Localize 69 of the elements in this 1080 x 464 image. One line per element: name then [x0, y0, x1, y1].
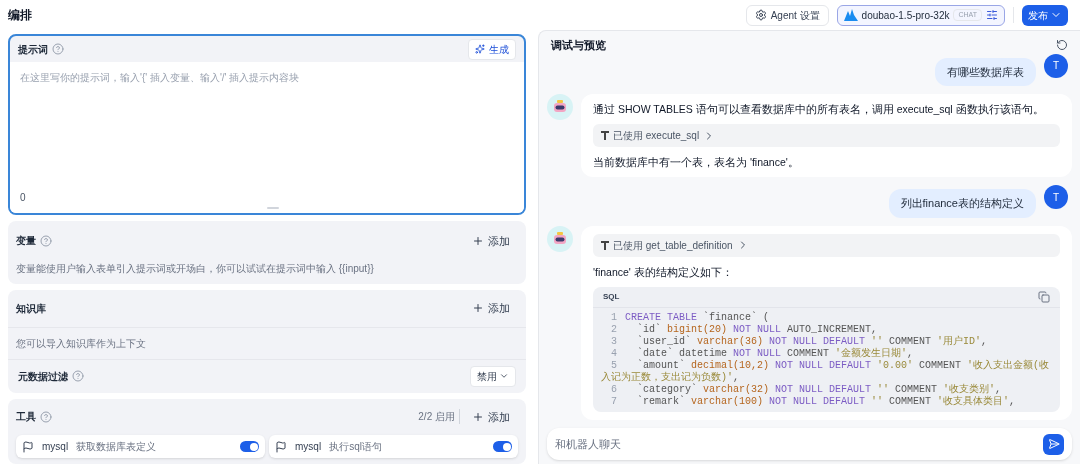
help-icon	[72, 370, 84, 382]
filter-dropdown[interactable]: 禁用	[470, 365, 516, 387]
add-button[interactable]: 添加	[464, 404, 518, 429]
tool-item[interactable]: mysql 执行sql语句	[269, 435, 518, 458]
chat-input[interactable]: 和机器人聊天	[547, 428, 1072, 460]
bot-message-text: 'finance' 表的结构定义如下：	[593, 264, 734, 279]
section-description: 变量能使用户输入表单引入提示词或开场白，你可以试试在提示词中输入 {{input}}	[16, 262, 375, 276]
tool-used-chip[interactable]: 已使用 execute_sql	[593, 124, 1060, 147]
flag-icon	[22, 440, 34, 453]
plus-icon	[472, 410, 484, 423]
character-count: 0	[20, 190, 27, 205]
code-line: 5 `amount` decimal(10,2) NOT NULL DEFAULT '0.00' COMMENT '收入支出金额(收入记为正数，支出记为负数)',	[601, 359, 1051, 383]
section-title: 提示词	[18, 42, 48, 57]
sliders-icon	[986, 9, 998, 21]
help-icon	[52, 43, 64, 55]
code-line: 4 `date` datetime NOT NULL COMMENT '金额发生日期',	[610, 347, 915, 359]
tool-name: 执行sql语句	[329, 440, 383, 454]
flag-icon	[275, 440, 287, 453]
code-line: 1 CREATE TABLE `finance` (	[610, 311, 771, 323]
bot-message-text: 当前数据库中有一个表，表名为 'finance'。	[593, 155, 800, 169]
code-line: 2 `id` bigint(20) NOT NULL AUTO_INCREMENT,	[610, 323, 879, 335]
page-title: 编排	[8, 7, 32, 24]
robot-avatar	[547, 94, 573, 120]
code-language: SQL	[603, 290, 620, 303]
section-title: 知识库	[16, 301, 46, 316]
tool-used-chip[interactable]: 已使用 get_table_definition	[593, 233, 1060, 257]
code-line: 7 `remark` varchar(100) NOT NULL DEFAULT '' COMMENT '收支具体类目',	[610, 395, 1017, 408]
prompt-input[interactable]: 在这里写你的提示词，输入'{' 插入变量、输入'/' 插入提示内容块	[20, 70, 514, 190]
preview-title: 调试与预览	[551, 38, 606, 53]
tool-toggle[interactable]	[240, 441, 259, 452]
filter-label: 元数据过滤	[18, 369, 68, 384]
refresh-icon[interactable]	[1056, 39, 1068, 52]
prompt-editor[interactable]: 在这里写你的提示词，输入'{' 插入变量、输入'/' 插入提示内容块 0	[10, 62, 524, 213]
tool-item[interactable]: mysql 获取数据库表定义	[16, 435, 265, 458]
user-avatar: T	[1044, 53, 1068, 78]
copy-icon[interactable]	[1038, 290, 1050, 303]
agent-settings-button[interactable]: Agent 设置	[745, 4, 829, 26]
tool-provider: mysql	[295, 440, 322, 454]
tool-name: 获取数据库表定义	[76, 440, 158, 454]
user-message: 有哪些数据库表	[935, 57, 1036, 86]
user-avatar: T	[1044, 185, 1068, 209]
section-description: 您可以导入知识库作为上下文	[8, 327, 526, 360]
user-message: 列出finance表的结构定义	[888, 189, 1036, 218]
plus-icon	[472, 302, 484, 315]
publish-button[interactable]: 发布	[1022, 4, 1068, 26]
robot-avatar	[547, 225, 573, 252]
help-icon	[40, 234, 52, 247]
section-title: 工具	[16, 410, 36, 425]
code-line: 6 `category` varchar(32) NOT NULL DEFAULT '' COMMENT '收支类别',	[610, 383, 1003, 395]
help-icon	[40, 410, 52, 423]
code-line: 3 `user_id` varchar(36) NOT NULL DEFAULT '' COMMENT '用户ID',	[610, 335, 989, 347]
plus-icon	[472, 234, 484, 247]
tool-toggle[interactable]	[493, 441, 512, 452]
model-logo-icon	[843, 9, 858, 21]
add-button[interactable]: 添加	[464, 228, 518, 253]
enabled-count: 2/2 启用	[418, 409, 460, 425]
send-button[interactable]	[1043, 433, 1064, 455]
chat-text-input[interactable]: 和机器人聊天	[555, 435, 1043, 453]
send-icon	[1047, 438, 1060, 450]
add-button[interactable]: 添加	[464, 296, 518, 321]
sparkle-icon	[475, 44, 485, 54]
generate-button[interactable]: 生成	[468, 38, 516, 60]
bot-message-text: 通过 SHOW TABLES 语句可以查看数据库中的所有表名，调用 execute_sql 函数执行该语句。	[593, 102, 1045, 116]
tool-provider: mysql	[42, 440, 69, 454]
settings-icon	[754, 9, 767, 21]
chevron-down-icon	[499, 371, 509, 381]
tool-icon	[601, 240, 609, 250]
tool-icon	[601, 131, 609, 140]
section-title: 变量	[16, 234, 36, 249]
